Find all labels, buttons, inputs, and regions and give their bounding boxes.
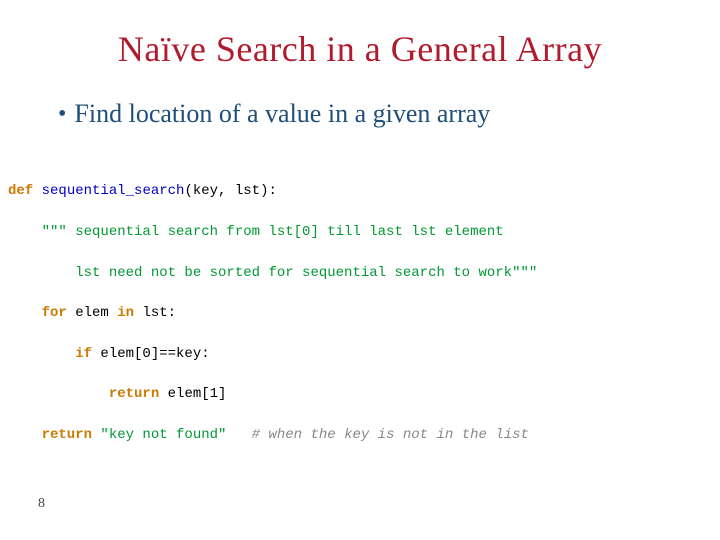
code-block: def sequential_search(key, lst): """ seq… [8,161,680,486]
kw-def: def [8,183,33,199]
code-line-1: def sequential_search(key, lst): [8,181,680,201]
bullet-text: Find location of a value in a given arra… [74,98,490,129]
code-line-7: return "key not found" # when the key is… [8,425,680,445]
code-line-3: lst need not be sorted for sequential se… [8,263,680,283]
kw-if: if [8,346,92,362]
kw-return-2: return [8,427,92,443]
str-notfound: "key not found" [92,427,226,443]
code-line-4: for elem in lst: [8,303,680,323]
bullet-marker: • [58,100,66,129]
code-line-6: return elem[1] [8,384,680,404]
docstring-2: lst need not be sorted for sequential se… [8,265,537,281]
code-params: (key, lst): [184,183,276,199]
kw-in: in [117,305,134,321]
code-line-2: """ sequential search from lst[0] till l… [8,222,680,242]
docstring-1: """ sequential search from lst[0] till l… [8,224,504,240]
kw-for: for [8,305,67,321]
slide: Naïve Search in a General Array • Find l… [0,0,720,540]
fn-name: sequential_search [42,183,185,199]
slide-title: Naïve Search in a General Array [40,28,680,70]
kw-return-1: return [8,386,159,402]
page-number: 8 [38,496,45,512]
code-line-5: if elem[0]==key: [8,344,680,364]
bullet-item: • Find location of a value in a given ar… [58,98,680,129]
comment: # when the key is not in the list [252,427,529,443]
